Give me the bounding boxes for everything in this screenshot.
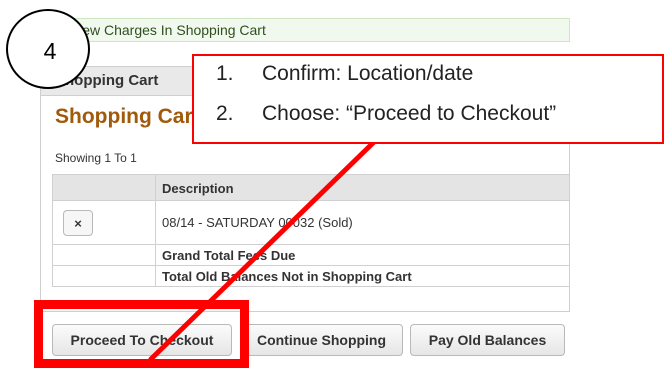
old-balances-label: Total Old Balances Not in Shopping Cart	[162, 269, 412, 284]
callout-line-1-text: Confirm: Location/date	[262, 62, 474, 85]
close-icon: ×	[74, 215, 82, 231]
remove-cell: ×	[52, 200, 156, 245]
item-description: 08/14 - SATURDAY 00032 (Sold)	[162, 215, 353, 230]
page-title: Shopping Cart	[55, 105, 200, 128]
table-row: × 08/14 - SATURDAY 00032 (Sold)	[52, 200, 570, 245]
step-badge: 4	[6, 9, 90, 89]
table-header-description-label: Description	[162, 181, 234, 196]
remove-item-button[interactable]: ×	[63, 210, 93, 236]
table-header-cell-remove	[52, 174, 156, 201]
empty-cell	[52, 265, 156, 287]
callout-line-2-number: 2.	[216, 102, 234, 125]
step-number: 4	[43, 38, 57, 64]
grand-total-label: Grand Total Fees Due	[162, 248, 296, 263]
table-header-description: Description	[155, 174, 570, 201]
callout-line-2-text: Choose: “Proceed to Checkout”	[262, 102, 557, 125]
grand-total-cell: Grand Total Fees Due	[155, 244, 570, 266]
showing-count: Showing 1 To 1	[55, 151, 137, 165]
notice-text: View Charges In Shopping Cart	[70, 22, 266, 38]
old-balances-cell: Total Old Balances Not in Shopping Cart	[155, 265, 570, 287]
callout-line-1: 1. Confirm: Location/date	[216, 62, 473, 86]
table-row: Total Old Balances Not in Shopping Cart	[52, 265, 570, 287]
callout-line-1-number: 1.	[216, 62, 234, 85]
table-row: Grand Total Fees Due	[52, 244, 570, 266]
checkout-highlight-box	[34, 300, 249, 368]
table-header-row: Description	[52, 174, 570, 201]
continue-shopping-button[interactable]: Continue Shopping	[240, 324, 403, 356]
empty-cell	[52, 244, 156, 266]
item-description-cell: 08/14 - SATURDAY 00032 (Sold)	[155, 200, 570, 245]
pay-old-balances-button[interactable]: Pay Old Balances	[410, 324, 565, 356]
callout-line-2: 2. Choose: “Proceed to Checkout”	[216, 102, 556, 126]
